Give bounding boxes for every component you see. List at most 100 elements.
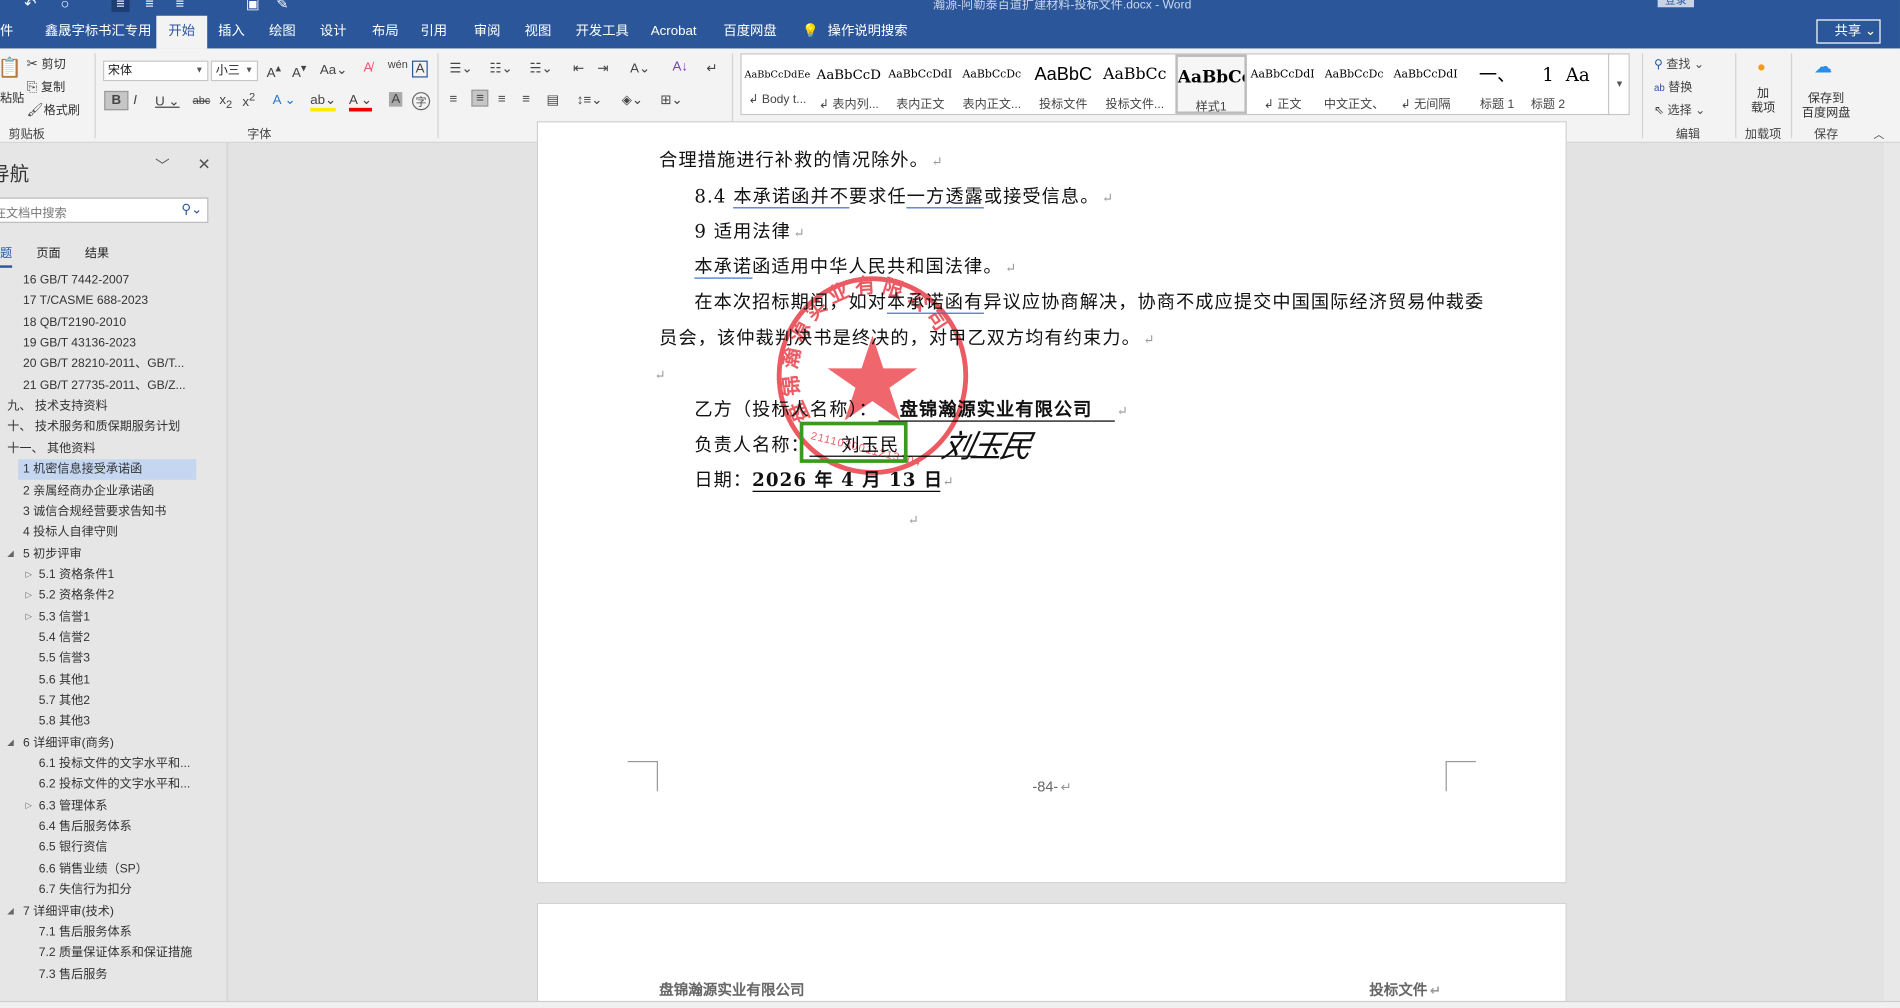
expanded-triangle-icon[interactable]: ◢ <box>7 548 14 558</box>
font-name-select[interactable]: 宋体 ▼ <box>102 60 209 82</box>
nav-heading-item[interactable]: 7.3 售后服务 <box>39 964 108 985</box>
collapsed-triangle-icon[interactable]: ▷ <box>25 611 32 621</box>
tab-layout[interactable]: 布局 <box>372 16 399 49</box>
bold-button[interactable]: B <box>104 90 129 111</box>
close-icon[interactable]: ✕ <box>198 155 211 174</box>
nav-heading-item[interactable]: 5.4 信誉2 <box>39 628 90 649</box>
empty-paragraph[interactable] <box>905 508 919 532</box>
style-normal[interactable]: AaBbCcDdI ↲ 正文 <box>1247 55 1318 114</box>
tell-me-search[interactable]: 操作说明搜索 <box>828 16 908 49</box>
distributed-icon[interactable]: ▤ <box>546 92 559 108</box>
highlight-icon[interactable]: ab⌄ <box>310 92 337 112</box>
nav-heading-item[interactable]: 7.2 质量保证体系和保证措施 <box>39 943 193 964</box>
show-marks-icon[interactable]: ↵ <box>706 61 717 77</box>
baidu-cloud-icon[interactable]: ☁ <box>1814 56 1832 78</box>
replace-button[interactable]: ab 替换 <box>1654 76 1692 94</box>
nav-heading-item[interactable]: 2 亲属经商办企业承诺函 <box>23 480 154 501</box>
clear-formatting-icon[interactable]: A̸ <box>364 61 373 76</box>
nav-heading-item[interactable]: 5.6 其他1 <box>39 670 90 691</box>
text-effects-icon[interactable]: A ⌄ <box>273 92 296 108</box>
grow-font-icon[interactable]: A▴ <box>267 62 281 81</box>
tab-references[interactable]: 引用 <box>420 16 447 49</box>
select-button[interactable]: ⇖ 选择 ⌄ <box>1654 99 1705 117</box>
doc-heading[interactable]: 9 适用法律 <box>694 221 804 245</box>
multilevel-list-icon[interactable]: ☵⌄ <box>530 61 553 77</box>
style-no-spacing[interactable]: AaBbCcDdI ↲ 无间隔 <box>1390 55 1461 114</box>
shrink-font-icon[interactable]: A▾ <box>292 62 306 81</box>
collapsed-triangle-icon[interactable]: ▷ <box>25 590 32 600</box>
decrease-indent-icon[interactable]: ⇤ <box>573 61 584 77</box>
vertical-scrollbar[interactable] <box>1884 142 1900 1001</box>
copy-button[interactable]: ⎘ 复制 <box>27 76 66 95</box>
nav-heading-item[interactable]: 6 详细评审(商务) <box>23 733 114 754</box>
search-icon[interactable]: ⚲⌄ <box>181 201 202 217</box>
nav-heading-item[interactable]: 5.5 信誉3 <box>39 649 90 670</box>
nav-tab-headings[interactable]: 标题 <box>0 242 13 268</box>
tab-design[interactable]: 设计 <box>320 16 347 49</box>
nav-tab-results[interactable]: 结果 <box>85 242 109 260</box>
font-color-icon[interactable]: A ⌄ <box>348 92 373 112</box>
align-right-quick-icon[interactable]: ≡ <box>145 0 154 12</box>
nav-heading-item[interactable]: 6.6 销售业绩（SP） <box>39 859 148 880</box>
format-painter-quick-icon[interactable]: ✎ <box>276 0 288 12</box>
style-table-body[interactable]: AaBbCcDdI 表内正文 <box>885 55 956 114</box>
borders-icon[interactable]: ⊞⌄ <box>660 92 682 108</box>
addins-button[interactable]: 加 载项 <box>1751 87 1775 116</box>
find-button[interactable]: ⚲ 查找 ⌄ <box>1654 53 1704 71</box>
style-bid-file-2[interactable]: AaBbCc 投标文件... <box>1099 55 1170 114</box>
nav-heading-item[interactable]: 19 GB/T 43136-2023 <box>23 333 136 354</box>
line-spacing-icon[interactable]: ↕≡⌄ <box>577 92 603 108</box>
nav-heading-item[interactable]: 1 机密信息接受承诺函 <box>18 459 197 481</box>
enclose-character-icon[interactable]: 字 <box>411 92 431 111</box>
underline-button[interactable]: U ⌄ <box>155 93 179 110</box>
style-body-text[interactable]: AaBbCcDdEe ↲ Body t... <box>742 55 813 114</box>
bidder-line[interactable]: 乙方（投标人名称）： 盘锦瀚源实业有限公司 <box>694 399 1127 423</box>
align-right-icon[interactable]: ≡ <box>498 92 506 107</box>
nav-heading-item[interactable]: 6.7 失信行为扣分 <box>39 880 132 901</box>
italic-button[interactable]: I <box>133 93 137 108</box>
nav-heading-item[interactable]: 十、 技术服务和质保期服务计划 <box>7 417 180 438</box>
nav-heading-item[interactable]: 6.4 售后服务体系 <box>39 817 132 838</box>
chevron-down-icon[interactable]: ﹀ <box>155 155 170 176</box>
nav-heading-item[interactable]: 18 QB/T2190-2010 <box>23 312 126 333</box>
nav-heading-item[interactable]: 6.3 管理体系 <box>39 796 108 817</box>
nav-heading-item[interactable]: 7.1 售后服务体系 <box>39 922 132 943</box>
tab-draw[interactable]: 绘图 <box>269 16 296 49</box>
nav-heading-item[interactable]: 21 GB/T 27735-2011、GB/Z... <box>23 375 186 396</box>
align-center-icon[interactable]: ≡ <box>471 89 489 107</box>
style-chinese-body[interactable]: AaBbCcDc 中文正文、 <box>1318 55 1389 114</box>
nav-search-box[interactable]: 在文档中搜索 ⚲⌄ <box>0 197 209 223</box>
nav-heading-item[interactable]: 17 T/CASME 688-2023 <box>23 291 148 312</box>
collapse-ribbon-icon[interactable]: ︿ <box>1873 126 1884 142</box>
redo-icon[interactable]: ○ <box>61 0 70 12</box>
save-quick-icon[interactable]: ▣ <box>246 0 260 12</box>
text-direction-icon[interactable]: A⌄ <box>630 61 650 77</box>
nav-heading-item[interactable]: 5 初步评审 <box>23 544 82 565</box>
nav-heading-item[interactable]: 4 投标人自律守则 <box>23 522 118 543</box>
doc-paragraph[interactable]: 在本次招标期间，如对本承诺函有异议应协商解决，协商不成应提交中国国际经济贸易仲裁… <box>694 290 1484 314</box>
tab-view[interactable]: 视图 <box>525 16 552 49</box>
tab-review[interactable]: 审阅 <box>474 16 501 49</box>
save-baidu-line2[interactable]: 百度网盘 <box>1802 102 1850 120</box>
date-line[interactable]: 日期：2026 年 4 月 13 日 <box>694 469 953 493</box>
justify-icon[interactable]: ≡ <box>522 92 530 107</box>
align-center-quick-icon[interactable]: ≡ <box>111 0 130 13</box>
doc-paragraph[interactable]: 本承诺函适用中华人民共和国法律。 <box>694 255 1016 280</box>
tab-insert[interactable]: 插入 <box>218 16 245 49</box>
doc-paragraph[interactable]: 8.4 本承诺函并不要求任一方透露或接受信息。 <box>694 185 1113 209</box>
sort-icon[interactable]: A↓ <box>673 59 689 74</box>
empty-paragraph[interactable] <box>652 362 666 386</box>
format-painter-button[interactable]: 🖌格式刷 <box>27 99 80 118</box>
nav-heading-item[interactable]: 6.5 银行资信 <box>39 838 108 859</box>
nav-heading-item[interactable]: 5.2 资格条件2 <box>39 586 114 607</box>
align-left-icon[interactable]: ≡ <box>450 92 458 107</box>
nav-search-input[interactable]: 在文档中搜索 <box>0 202 67 220</box>
nav-heading-item[interactable]: 20 GB/T 28210-2011、GB/T... <box>23 354 184 375</box>
style-style1[interactable]: AaBbCc 样式1 <box>1175 54 1247 114</box>
expanded-triangle-icon[interactable]: ◢ <box>7 906 14 915</box>
nav-heading-item[interactable]: 十一、 其他资料 <box>7 438 95 459</box>
doc-paragraph[interactable]: 员会，该仲裁判决书是终决的，对甲乙双方均有约束力。 <box>659 327 1154 351</box>
cut-button[interactable]: ✂ 剪切 <box>27 53 66 72</box>
paste-icon[interactable]: 📋 <box>0 56 22 80</box>
strikethrough-button[interactable]: abc <box>193 95 211 107</box>
